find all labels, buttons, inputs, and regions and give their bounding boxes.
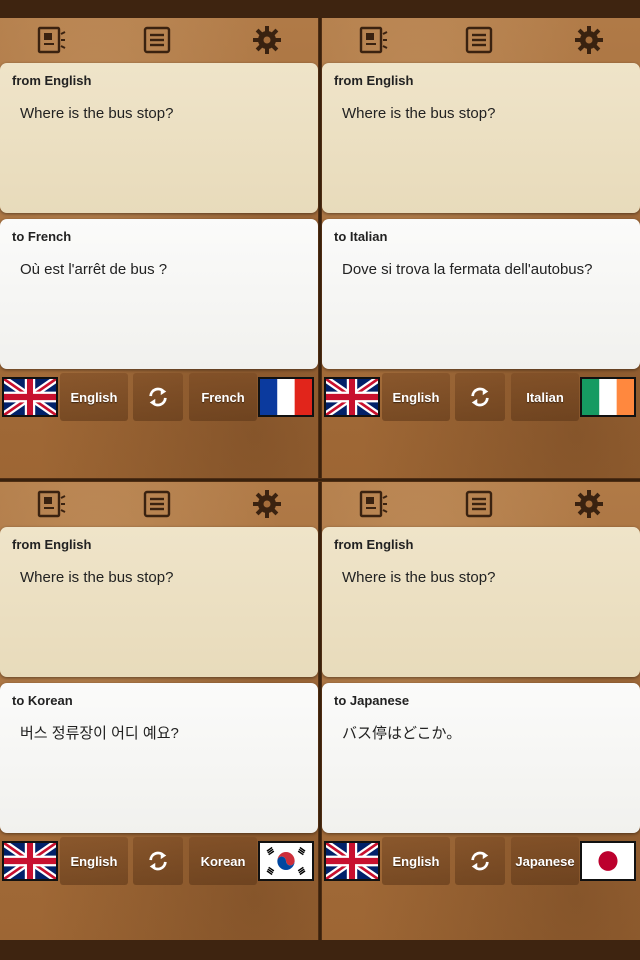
translation-card[interactable]: to Korean 버스 정류장이 어디 예요? bbox=[0, 683, 318, 833]
gear-icon bbox=[253, 490, 281, 518]
source-text-card[interactable]: from English Where is the bus stop? bbox=[322, 527, 640, 677]
translated-text: Où est l'arrêt de bus ? bbox=[20, 261, 168, 278]
uk-flag[interactable] bbox=[2, 377, 58, 417]
target-language-button[interactable]: Korean bbox=[189, 837, 257, 885]
swap-icon bbox=[471, 851, 489, 871]
contact-card-button[interactable] bbox=[36, 24, 68, 56]
contact-card-icon bbox=[359, 490, 388, 518]
contact-card-icon bbox=[37, 26, 66, 54]
source-text-card[interactable]: from English Where is the bus stop? bbox=[0, 63, 318, 213]
source-language-button[interactable]: English bbox=[382, 373, 450, 421]
list-icon bbox=[465, 490, 493, 518]
uk-flag[interactable] bbox=[324, 377, 380, 417]
france-flag[interactable] bbox=[258, 377, 314, 417]
translation-card[interactable]: to French Où est l'arrêt de bus ? bbox=[0, 219, 318, 369]
gear-icon bbox=[575, 490, 603, 518]
language-bar: English French bbox=[0, 373, 318, 421]
target-language-button[interactable]: Japanese bbox=[511, 837, 579, 885]
settings-button[interactable] bbox=[251, 488, 283, 520]
translator-panel-french: from English Where is the bus stop? to F… bbox=[0, 18, 318, 478]
target-language-button[interactable]: French bbox=[189, 373, 257, 421]
target-language-label: to Korean bbox=[12, 693, 73, 708]
translated-text: Dove si trova la fermata dell'autobus? bbox=[342, 261, 593, 278]
gear-icon bbox=[253, 26, 281, 54]
translation-card[interactable]: to Italian Dove si trova la fermata dell… bbox=[322, 219, 640, 369]
uk-flag[interactable] bbox=[2, 841, 58, 881]
source-language-label: from English bbox=[12, 537, 92, 552]
language-bar: English Italian bbox=[322, 373, 640, 421]
source-language-label: from English bbox=[12, 73, 92, 88]
list-icon bbox=[465, 26, 493, 54]
translator-panel-italian: from English Where is the bus stop? to I… bbox=[322, 18, 640, 478]
horizontal-divider bbox=[0, 478, 640, 482]
ireland-flag[interactable] bbox=[580, 377, 636, 417]
list-icon bbox=[143, 490, 171, 518]
source-text: Where is the bus stop? bbox=[342, 569, 496, 586]
contact-card-icon bbox=[37, 490, 66, 518]
south-korea-flag[interactable] bbox=[258, 841, 314, 881]
target-language-label: to Japanese bbox=[334, 693, 410, 708]
translator-panel-korean: from English Where is the bus stop? to K… bbox=[0, 482, 318, 942]
phrase-list-button[interactable] bbox=[141, 24, 173, 56]
swap-languages-button[interactable] bbox=[133, 373, 183, 421]
settings-button[interactable] bbox=[573, 24, 605, 56]
settings-button[interactable] bbox=[251, 24, 283, 56]
target-language-label: to Italian bbox=[334, 229, 388, 244]
translator-panel-japanese: from English Where is the bus stop? to J… bbox=[322, 482, 640, 942]
swap-icon bbox=[149, 851, 167, 871]
list-icon bbox=[143, 26, 171, 54]
swap-icon bbox=[149, 387, 167, 407]
source-text-card[interactable]: from English Where is the bus stop? bbox=[0, 527, 318, 677]
uk-flag[interactable] bbox=[324, 841, 380, 881]
source-text-card[interactable]: from English Where is the bus stop? bbox=[322, 63, 640, 213]
japan-flag[interactable] bbox=[580, 841, 636, 881]
language-bar: English Japanese bbox=[322, 837, 640, 885]
contact-card-button[interactable] bbox=[358, 488, 390, 520]
contact-card-button[interactable] bbox=[358, 24, 390, 56]
bottom-strip bbox=[0, 940, 640, 960]
translation-card[interactable]: to Japanese バス停はどこか。 bbox=[322, 683, 640, 833]
target-language-label: to French bbox=[12, 229, 72, 244]
swap-languages-button[interactable] bbox=[455, 837, 505, 885]
source-text: Where is the bus stop? bbox=[20, 105, 174, 122]
settings-button[interactable] bbox=[573, 488, 605, 520]
swap-icon bbox=[471, 387, 489, 407]
target-language-button[interactable]: Italian bbox=[511, 373, 579, 421]
translated-text: バス停はどこか。 bbox=[342, 725, 462, 742]
source-text: Where is the bus stop? bbox=[342, 105, 496, 122]
contact-card-icon bbox=[359, 26, 388, 54]
phrase-list-button[interactable] bbox=[463, 24, 495, 56]
status-bar-strip bbox=[0, 0, 640, 18]
source-language-button[interactable]: English bbox=[60, 837, 128, 885]
translated-text: 버스 정류장이 어디 예요? bbox=[20, 725, 179, 742]
source-language-label: from English bbox=[334, 537, 414, 552]
phrase-list-button[interactable] bbox=[141, 488, 173, 520]
source-language-label: from English bbox=[334, 73, 414, 88]
language-bar: English Korean bbox=[0, 837, 318, 885]
contact-card-button[interactable] bbox=[36, 488, 68, 520]
gear-icon bbox=[575, 26, 603, 54]
source-language-button[interactable]: English bbox=[382, 837, 450, 885]
source-language-button[interactable]: English bbox=[60, 373, 128, 421]
phrase-list-button[interactable] bbox=[463, 488, 495, 520]
swap-languages-button[interactable] bbox=[133, 837, 183, 885]
swap-languages-button[interactable] bbox=[455, 373, 505, 421]
source-text: Where is the bus stop? bbox=[20, 569, 174, 586]
